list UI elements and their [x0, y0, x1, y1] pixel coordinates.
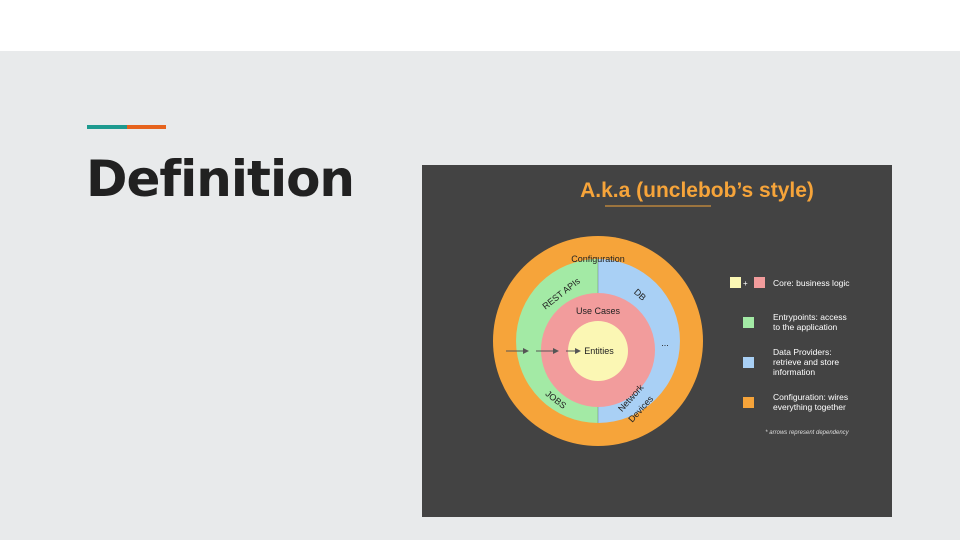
use-cases-label: Use Cases	[576, 306, 621, 316]
footnote: * arrows represent dependency	[765, 430, 849, 436]
ellipsis-label: ...	[661, 338, 669, 348]
legend-label: to the application	[773, 322, 838, 332]
legend-label: everything together	[773, 402, 846, 412]
slide-title: Definition	[86, 150, 355, 208]
title-accent-orange	[127, 125, 166, 129]
legend-swatch-use-cases	[754, 277, 765, 288]
entities-label: Entities	[584, 346, 614, 356]
legend-swatch-entrypoints	[743, 317, 754, 328]
legend-label: Entrypoints: access	[773, 312, 847, 322]
legend-plus: +	[743, 279, 748, 288]
legend-label: retrieve and store	[773, 357, 839, 367]
diagram-svg: A.k.a (unclebob’s style) Configuration R…	[493, 179, 850, 446]
legend-swatch-data-providers	[743, 357, 754, 368]
configuration-label: Configuration	[571, 254, 625, 264]
legend-label: information	[773, 367, 815, 377]
top-bar	[0, 0, 960, 51]
legend-swatch-entities	[730, 277, 741, 288]
title-accent-teal	[87, 125, 127, 129]
legend-swatch-configuration	[743, 397, 754, 408]
legend-label: Configuration: wires	[773, 392, 848, 402]
legend-label: Data Providers:	[773, 347, 832, 357]
diagram-title: A.k.a (unclebob’s style)	[580, 179, 814, 202]
legend-label: Core: business logic	[773, 278, 850, 288]
clean-architecture-diagram: A.k.a (unclebob’s style) Configuration R…	[422, 165, 892, 517]
